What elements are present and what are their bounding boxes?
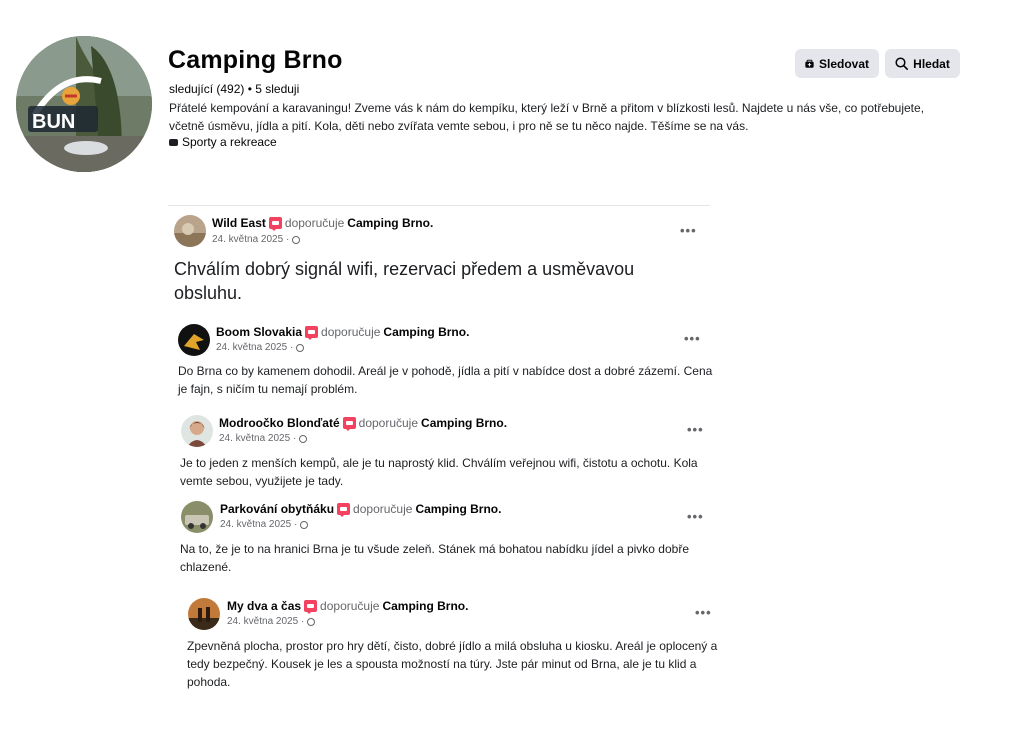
globe-icon (299, 434, 308, 443)
globe-icon (296, 343, 305, 352)
page-description: Přátelé kempování a karavaningu! Zveme v… (169, 101, 925, 133)
post-review-text: Do Brna co by kamenem dohodil. Areál je … (178, 364, 713, 396)
follow-icon (805, 59, 814, 68)
post-more-button[interactable]: ••• (687, 422, 704, 437)
post-date: 24. května 2025 · (220, 519, 309, 530)
recommend-icon (304, 600, 318, 614)
globe-icon (307, 617, 316, 626)
post-more-button[interactable]: ••• (684, 331, 701, 346)
recommend-icon (305, 326, 319, 340)
post-date-text[interactable]: 24. května 2025 · (219, 433, 296, 444)
follow-label: Sledovat (818, 56, 869, 71)
category-icon (169, 138, 178, 146)
follow-stats[interactable]: sledující (492) • 5 sleduji (169, 82, 299, 96)
post-author-name[interactable]: Modroočko Blonďaté (219, 416, 340, 430)
post-review-text: Zpevněná plocha, prostor pro hry dětí, č… (187, 639, 718, 689)
category-label: Sporty a rekreace (182, 135, 277, 149)
recommend-icon (268, 217, 282, 231)
avatar-image (181, 501, 213, 533)
search-icon (895, 57, 909, 70)
post-author-avatar[interactable] (178, 324, 210, 356)
post-author-line: Parkování obytňáku doporučuje Camping Br… (220, 502, 501, 517)
page-title: Camping Brno (168, 46, 343, 74)
feed-divider (168, 205, 710, 206)
page-avatar[interactable]: BUN (16, 36, 152, 172)
post-author-avatar[interactable] (174, 215, 206, 247)
avatar-image (174, 215, 206, 247)
recommends-text: doporučuje (320, 599, 380, 613)
recommends-text: doporučuje (321, 325, 381, 339)
post-date: 24. května 2025 · (219, 433, 308, 444)
avatar-logo-text: BUN (32, 111, 75, 133)
post-date-text[interactable]: 24. května 2025 · (227, 616, 304, 627)
post-author-avatar[interactable] (188, 598, 220, 630)
post-more-button[interactable]: ••• (680, 223, 697, 238)
post-author-name[interactable]: Parkování obytňáku (220, 502, 334, 516)
globe-icon (300, 520, 309, 529)
post-author-line: My dva a čas doporučuje Camping Brno. (227, 599, 468, 614)
post-page-link[interactable]: Camping Brno. (415, 502, 501, 516)
post-date: 24. května 2025 · (227, 616, 316, 627)
recommends-text: doporučuje (353, 502, 413, 516)
recommend-icon (337, 503, 351, 517)
post-page-link[interactable]: Camping Brno. (347, 216, 433, 230)
post-more-button[interactable]: ••• (695, 605, 712, 620)
post-review-text: Chválím dobrý signál wifi, rezervaci pře… (174, 259, 635, 303)
page-category: Sporty a rekreace (169, 135, 277, 149)
post-page-link[interactable]: Camping Brno. (382, 599, 468, 613)
post-author-avatar[interactable] (181, 415, 213, 447)
post-author-name[interactable]: Wild East (212, 216, 266, 230)
post-page-link[interactable]: Camping Brno. (383, 325, 469, 339)
post-review-text: Na to, že je to na hranici Brna je tu vš… (180, 542, 689, 574)
post-author-name[interactable]: Boom Slovakia (216, 325, 302, 339)
follow-button[interactable]: Sledovat (795, 49, 879, 78)
post-author-avatar[interactable] (181, 501, 213, 533)
avatar-image (188, 598, 220, 630)
recommend-icon (342, 417, 356, 431)
post-more-button[interactable]: ••• (687, 509, 704, 524)
avatar-image (178, 324, 210, 356)
globe-icon (292, 235, 301, 244)
post-author-name[interactable]: My dva a čas (227, 599, 301, 613)
avatar-image (181, 415, 213, 447)
post-date: 24. května 2025 · (216, 342, 305, 353)
search-button[interactable]: Hledat (885, 49, 960, 78)
post-author-line: Wild East doporučuje Camping Brno. (212, 216, 433, 231)
post-author-line: Modroočko Blonďaté doporučuje Camping Br… (219, 416, 507, 431)
post-date-text[interactable]: 24. května 2025 · (212, 234, 289, 245)
recommends-text: doporučuje (358, 416, 419, 430)
avatar-image: BUN (16, 36, 152, 172)
search-label: Hledat (913, 56, 950, 71)
post-author-line: Boom Slovakia doporučuje Camping Brno. (216, 325, 469, 340)
post-review-text: Je to jeden z menších kempů, ale je tu n… (180, 456, 698, 488)
post-date-text[interactable]: 24. května 2025 · (220, 519, 297, 530)
post-date-text[interactable]: 24. května 2025 · (216, 342, 293, 353)
recommends-text: doporučuje (284, 216, 345, 230)
post-date: 24. května 2025 · (212, 234, 301, 245)
post-page-link[interactable]: Camping Brno. (421, 416, 507, 430)
